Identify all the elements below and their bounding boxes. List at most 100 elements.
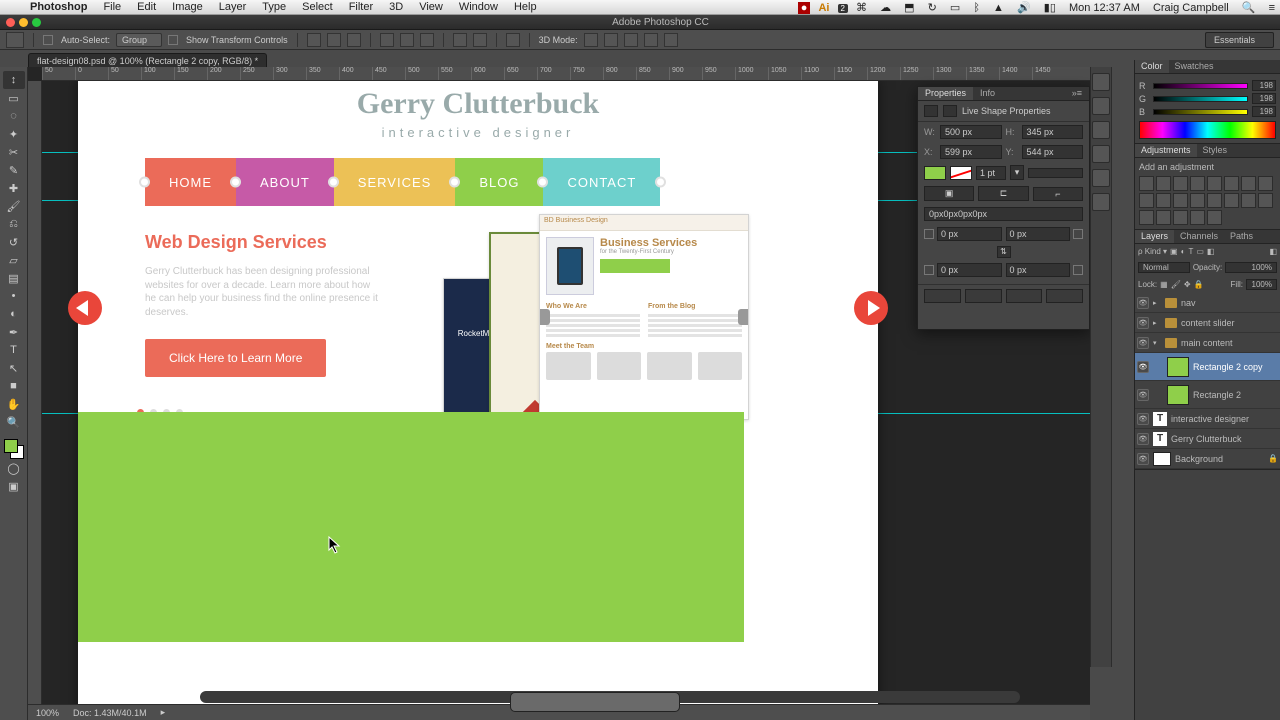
adj-hue-icon[interactable] xyxy=(1224,176,1239,191)
3d-orbit-icon[interactable] xyxy=(584,33,598,47)
prop-width[interactable]: 500 px xyxy=(940,125,1002,139)
adj-gradient-map-icon[interactable] xyxy=(1224,193,1239,208)
pen-tool-icon[interactable]: ✒ xyxy=(3,323,25,341)
show-transform-checkbox[interactable] xyxy=(168,35,178,45)
auto-select-checkbox[interactable] xyxy=(43,35,53,45)
zoom-icon[interactable] xyxy=(32,18,41,27)
adj-bw-icon[interactable] xyxy=(1241,176,1256,191)
color-g-slider[interactable] xyxy=(1153,96,1248,102)
volume-icon[interactable]: 🔊 xyxy=(1012,2,1036,14)
workspace-switcher[interactable]: Essentials xyxy=(1205,32,1274,48)
distribute-v-icon[interactable] xyxy=(473,33,487,47)
layer-row-main-content[interactable]: 👁▾main content xyxy=(1135,333,1280,353)
history-brush-tool-icon[interactable]: ↺ xyxy=(3,233,25,251)
tab-color[interactable]: Color xyxy=(1135,60,1169,73)
illustrator-icon[interactable]: Ai xyxy=(813,2,834,14)
link-corners-icon[interactable]: ⇅ xyxy=(997,246,1011,258)
opacity-value[interactable]: 100% xyxy=(1225,262,1277,273)
tab-swatches[interactable]: Swatches xyxy=(1169,60,1220,73)
corner-bl-check[interactable] xyxy=(924,265,934,275)
menu-app[interactable]: Photoshop xyxy=(22,1,95,13)
properties-panel[interactable]: Properties Info »≡ Live Shape Properties… xyxy=(917,86,1090,330)
minimize-icon[interactable] xyxy=(19,18,28,27)
lock-all-icon[interactable]: 🔒 xyxy=(1194,280,1204,289)
align-bottom-icon[interactable] xyxy=(420,33,434,47)
doc-size[interactable]: Doc: 1.43M/40.1M xyxy=(73,708,147,718)
layer-row-rectangle-2[interactable]: 👁Rectangle 2 xyxy=(1135,381,1280,409)
distribute-h-icon[interactable] xyxy=(453,33,467,47)
layer-row-interactive-designer[interactable]: 👁Tinteractive designer xyxy=(1135,409,1280,429)
visibility-toggle[interactable]: 👁 xyxy=(1137,337,1149,349)
display-icon[interactable]: ▭ xyxy=(945,2,965,14)
bluetooth-icon[interactable]: ᛒ xyxy=(968,2,985,14)
blend-mode[interactable]: Normal xyxy=(1138,262,1190,273)
menu-window[interactable]: Window xyxy=(451,1,506,13)
adj-curves-icon[interactable] xyxy=(1173,176,1188,191)
prop-btn-2[interactable] xyxy=(965,289,1002,303)
layer-thumbnail[interactable] xyxy=(1167,357,1189,377)
dock-clone-icon[interactable] xyxy=(1092,193,1110,211)
align-top-icon[interactable] xyxy=(380,33,394,47)
menu-image[interactable]: Image xyxy=(164,1,211,13)
stroke-corners-icon[interactable]: ⌐ xyxy=(1033,187,1083,201)
dock-character-icon[interactable] xyxy=(1092,121,1110,139)
corner-br-check[interactable] xyxy=(1073,265,1083,275)
heal-tool-icon[interactable]: ✚ xyxy=(3,179,25,197)
color-g-value[interactable]: 198 xyxy=(1252,93,1276,104)
adj-brightness-icon[interactable] xyxy=(1139,176,1154,191)
arrange-icon[interactable] xyxy=(506,33,520,47)
3d-roll-icon[interactable] xyxy=(604,33,618,47)
tab-adjustments[interactable]: Adjustments xyxy=(1135,144,1197,157)
auto-select-dropdown[interactable]: Group xyxy=(116,33,162,47)
corner-bl[interactable]: 0 px xyxy=(937,263,1002,277)
close-icon[interactable] xyxy=(6,18,15,27)
tab-info[interactable]: Info xyxy=(973,87,1002,100)
foreground-color-swatch[interactable] xyxy=(4,439,18,453)
user-name[interactable]: Craig Campbell xyxy=(1148,2,1234,14)
layer-filter-img-icon[interactable]: ▣ xyxy=(1170,247,1178,256)
align-vcenter-icon[interactable] xyxy=(400,33,414,47)
color-swatches[interactable] xyxy=(4,439,24,459)
brush-tool-icon[interactable]: 🖌 xyxy=(3,197,25,215)
3d-pan-icon[interactable] xyxy=(624,33,638,47)
color-r-value[interactable]: 198 xyxy=(1252,80,1276,91)
tab-styles[interactable]: Styles xyxy=(1197,144,1234,157)
dock-brush-icon[interactable] xyxy=(1092,169,1110,187)
stroke-width[interactable]: 1 pt xyxy=(976,166,1006,180)
corner-summary[interactable]: 0px0px0px0px xyxy=(924,207,1083,221)
fill-swatch[interactable] xyxy=(924,166,946,180)
menu-filter[interactable]: Filter xyxy=(341,1,381,13)
layer-thumbnail[interactable] xyxy=(1153,452,1171,466)
appswitch-icon[interactable]: ⌘ xyxy=(851,2,872,14)
layer-filter-kind[interactable]: ρ Kind ▾ xyxy=(1138,247,1167,256)
lasso-tool-icon[interactable]: ◌ xyxy=(3,107,25,125)
menu-file[interactable]: File xyxy=(95,1,129,13)
adj-posterize-icon[interactable] xyxy=(1190,193,1205,208)
lock-pixels-icon[interactable]: 🖌 xyxy=(1171,280,1181,289)
notifications-icon[interactable]: ≡ xyxy=(1264,2,1280,14)
adj-more6-icon[interactable] xyxy=(1207,210,1222,225)
spotlight-icon[interactable]: 🔍 xyxy=(1237,2,1261,14)
menu-select[interactable]: Select xyxy=(294,1,341,13)
type-tool-icon[interactable]: T xyxy=(3,341,25,359)
status-menu-icon[interactable]: ▸ xyxy=(161,707,166,718)
panel-menu-icon[interactable]: »≡ xyxy=(1065,87,1089,100)
sync-icon[interactable]: ↻ xyxy=(923,2,942,14)
tab-channels[interactable]: Channels xyxy=(1174,230,1224,243)
ruler-vertical[interactable] xyxy=(28,81,42,704)
visibility-toggle[interactable]: 👁 xyxy=(1137,453,1149,465)
menu-3d[interactable]: 3D xyxy=(381,1,411,13)
layer-thumbnail[interactable] xyxy=(1167,385,1189,405)
scrollbar-thumb[interactable] xyxy=(510,692,680,712)
layer-row-nav[interactable]: 👁▸nav xyxy=(1135,293,1280,313)
corner-tl-check[interactable] xyxy=(924,229,934,239)
layer-filter-type-icon[interactable]: T xyxy=(1188,247,1193,256)
align-left-icon[interactable] xyxy=(307,33,321,47)
adj-photo-filter-icon[interactable] xyxy=(1258,176,1273,191)
prop-btn-1[interactable] xyxy=(924,289,961,303)
hand-tool-icon[interactable]: ✋ xyxy=(3,395,25,413)
stamp-tool-icon[interactable]: ⎌ xyxy=(3,215,25,233)
menu-help[interactable]: Help xyxy=(506,1,545,13)
corner-tr[interactable]: 0 px xyxy=(1006,227,1071,241)
visibility-toggle[interactable]: 👁 xyxy=(1137,317,1149,329)
